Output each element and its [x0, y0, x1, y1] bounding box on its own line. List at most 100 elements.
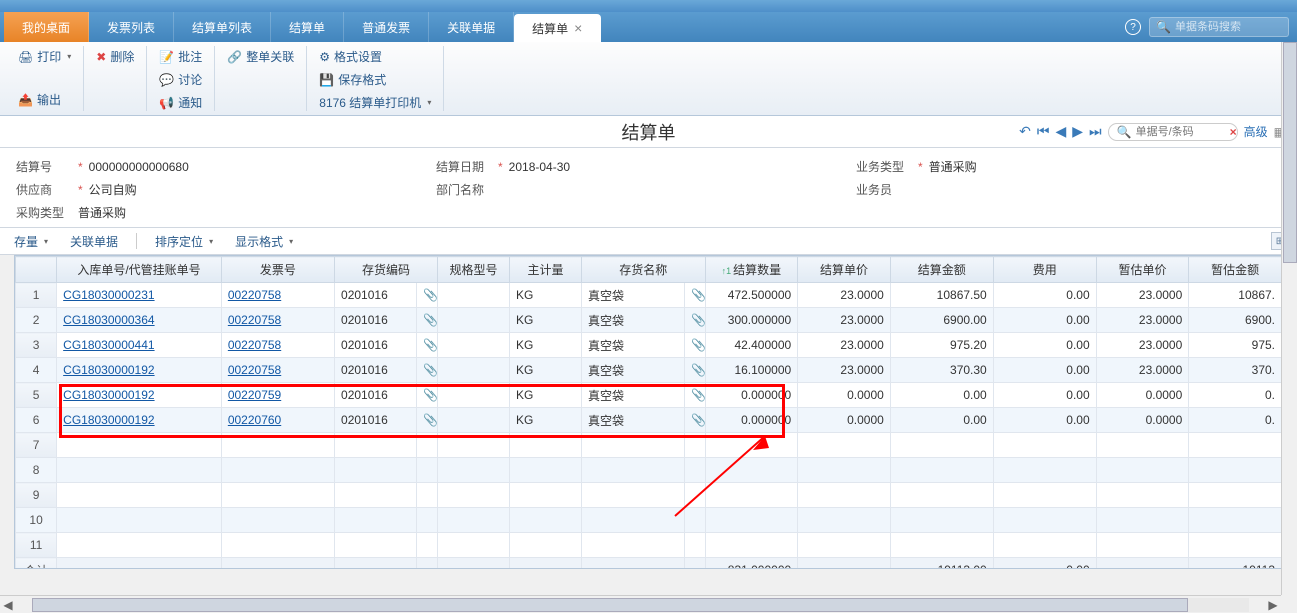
- saveformat-button[interactable]: 💾保存格式: [315, 69, 435, 90]
- attachment-icon[interactable]: 📎: [691, 363, 706, 377]
- col-fee[interactable]: 费用: [993, 257, 1096, 283]
- doc-link[interactable]: 00220758: [228, 288, 281, 302]
- col-ep[interactable]: 暂估单价: [1096, 257, 1189, 283]
- label-emp: 业务员: [856, 181, 912, 198]
- attachment-icon[interactable]: 📎: [423, 338, 438, 352]
- scroll-right-icon[interactable]: ▶: [1265, 598, 1281, 612]
- table-row[interactable]: 11: [16, 533, 1282, 558]
- help-icon[interactable]: ?: [1125, 19, 1141, 35]
- col-price[interactable]: 结算单价: [798, 257, 891, 283]
- col-spec[interactable]: 规格型号: [437, 257, 509, 283]
- col-invno[interactable]: 发票号: [221, 257, 334, 283]
- display-button[interactable]: 显示格式▾: [231, 231, 297, 252]
- col-ea[interactable]: 暂估金额: [1189, 257, 1282, 283]
- search-icon: 🔍: [1156, 20, 1171, 34]
- print-button[interactable]: 🖨打印▾: [14, 46, 75, 67]
- doc-link[interactable]: CG18030000192: [63, 388, 154, 402]
- doc-titlebar: 结算单 ↶ ⏮ ◀ ▶ ⏭ 🔍 × 高级 ▦: [0, 116, 1297, 148]
- table-row[interactable]: 10: [16, 508, 1282, 533]
- top-search-input[interactable]: [1175, 21, 1275, 33]
- discuss-button[interactable]: 💬讨论: [155, 69, 206, 90]
- table-row[interactable]: 1CG18030000231002207580201016📎KG真空袋📎472.…: [16, 283, 1282, 308]
- table-row[interactable]: 6CG18030000192002207600201016📎KG真空袋📎0.00…: [16, 408, 1282, 433]
- table-row[interactable]: 5CG18030000192002207590201016📎KG真空袋📎0.00…: [16, 383, 1282, 408]
- delete-button[interactable]: ✖删除: [92, 46, 138, 67]
- prev-icon[interactable]: ◀: [1055, 123, 1066, 140]
- tabs-row: 我的桌面 发票列表 结算单列表 结算单 普通发票 关联单据 结算单× ? 🔍: [0, 12, 1297, 42]
- doc-link[interactable]: CG18030000441: [63, 338, 154, 352]
- col-uom[interactable]: 主计量: [510, 257, 582, 283]
- attachment-icon[interactable]: 📎: [691, 313, 706, 327]
- table-row[interactable]: 2CG18030000364002207580201016📎KG真空袋📎300.…: [16, 308, 1282, 333]
- tab-invoice-list[interactable]: 发票列表: [89, 12, 174, 42]
- vertical-scrollbar[interactable]: [1281, 42, 1297, 595]
- relate-button[interactable]: 🔗整单关联: [223, 46, 298, 67]
- attachment-icon[interactable]: 📎: [423, 363, 438, 377]
- table-toolbar: 存量▾ 关联单据 排序定位▾ 显示格式▾ ⊞: [0, 227, 1297, 255]
- horizontal-scrollbar[interactable]: ◀ ▶: [0, 595, 1281, 613]
- doc-link[interactable]: CG18030000192: [63, 363, 154, 377]
- table-row[interactable]: 9: [16, 483, 1282, 508]
- col-stockcode[interactable]: 存货编码: [335, 257, 438, 283]
- sort-button[interactable]: 排序定位▾: [151, 231, 217, 252]
- header-row: 入库单号/代管挂账单号 发票号 存货编码 规格型号 主计量 存货名称 ↑1结算数…: [16, 257, 1282, 283]
- last-icon[interactable]: ⏭: [1089, 123, 1102, 140]
- tab-settle-list[interactable]: 结算单列表: [174, 12, 271, 42]
- attachment-icon[interactable]: 📎: [423, 388, 438, 402]
- doc-link[interactable]: 00220758: [228, 363, 281, 377]
- doc-link[interactable]: 00220759: [228, 388, 281, 402]
- label-no: 结算号: [16, 158, 72, 175]
- attachment-icon[interactable]: 📎: [691, 413, 706, 427]
- tab-normal-invoice[interactable]: 普通发票: [344, 12, 429, 42]
- doc-search[interactable]: 🔍 ×: [1108, 123, 1238, 141]
- footer-label: 合计: [16, 558, 57, 570]
- doc-link[interactable]: CG18030000192: [63, 413, 154, 427]
- printtpl-button[interactable]: 8176 结算单打印机▾: [315, 92, 435, 113]
- annotate-button[interactable]: 📝批注: [155, 46, 206, 67]
- next-icon[interactable]: ▶: [1072, 123, 1083, 140]
- export-icon: 📤: [18, 93, 33, 107]
- table-row[interactable]: 4CG18030000192002207580201016📎KG真空袋📎16.1…: [16, 358, 1282, 383]
- label-date: 结算日期: [436, 158, 492, 175]
- table-row[interactable]: 3CG18030000441002207580201016📎KG真空袋📎42.4…: [16, 333, 1282, 358]
- undo-icon[interactable]: ↶: [1019, 123, 1031, 140]
- doc-link[interactable]: 00220760: [228, 413, 281, 427]
- scroll-left-icon[interactable]: ◀: [0, 598, 16, 612]
- table-row[interactable]: 7: [16, 433, 1282, 458]
- page-title: 结算单: [622, 119, 676, 145]
- advanced-link[interactable]: 高级: [1244, 123, 1268, 140]
- clear-icon[interactable]: ×: [1230, 125, 1237, 139]
- col-amt[interactable]: 结算金额: [890, 257, 993, 283]
- close-icon[interactable]: ×: [574, 20, 582, 36]
- col-qty[interactable]: ↑1结算数量: [705, 257, 798, 283]
- doc-search-input[interactable]: [1136, 126, 1226, 138]
- output-button[interactable]: 📤输出: [14, 89, 75, 110]
- attachment-icon[interactable]: 📎: [423, 413, 438, 427]
- format-button[interactable]: ⚙格式设置: [315, 46, 435, 67]
- col-stockname[interactable]: 存货名称: [582, 257, 706, 283]
- table-row[interactable]: 8: [16, 458, 1282, 483]
- tab-desktop[interactable]: 我的桌面: [4, 12, 89, 42]
- doc-link[interactable]: 00220758: [228, 338, 281, 352]
- relate-doc-button[interactable]: 关联单据: [66, 231, 122, 252]
- form-area: 结算号*000000000000680 结算日期*2018-04-30 业务类型…: [0, 148, 1297, 227]
- attachment-icon[interactable]: 📎: [691, 288, 706, 302]
- tab-related[interactable]: 关联单据: [429, 12, 514, 42]
- attachment-icon[interactable]: 📎: [423, 288, 438, 302]
- tab-settle[interactable]: 结算单: [271, 12, 344, 42]
- grid: 入库单号/代管挂账单号 发票号 存货编码 规格型号 主计量 存货名称 ↑1结算数…: [14, 255, 1283, 569]
- attachment-icon[interactable]: 📎: [691, 338, 706, 352]
- doc-link[interactable]: CG18030000364: [63, 313, 154, 327]
- top-search[interactable]: 🔍: [1149, 17, 1289, 37]
- tab-settle-active[interactable]: 结算单×: [514, 14, 601, 42]
- col-inno[interactable]: 入库单号/代管挂账单号: [57, 257, 222, 283]
- val-no: 000000000000680: [89, 160, 189, 174]
- notify-button[interactable]: 📢通知: [155, 92, 206, 113]
- col-rownum[interactable]: [16, 257, 57, 283]
- first-icon[interactable]: ⏮: [1037, 123, 1050, 140]
- attachment-icon[interactable]: 📎: [691, 388, 706, 402]
- stock-button[interactable]: 存量▾: [10, 231, 52, 252]
- doc-link[interactable]: CG18030000231: [63, 288, 154, 302]
- doc-link[interactable]: 00220758: [228, 313, 281, 327]
- attachment-icon[interactable]: 📎: [423, 313, 438, 327]
